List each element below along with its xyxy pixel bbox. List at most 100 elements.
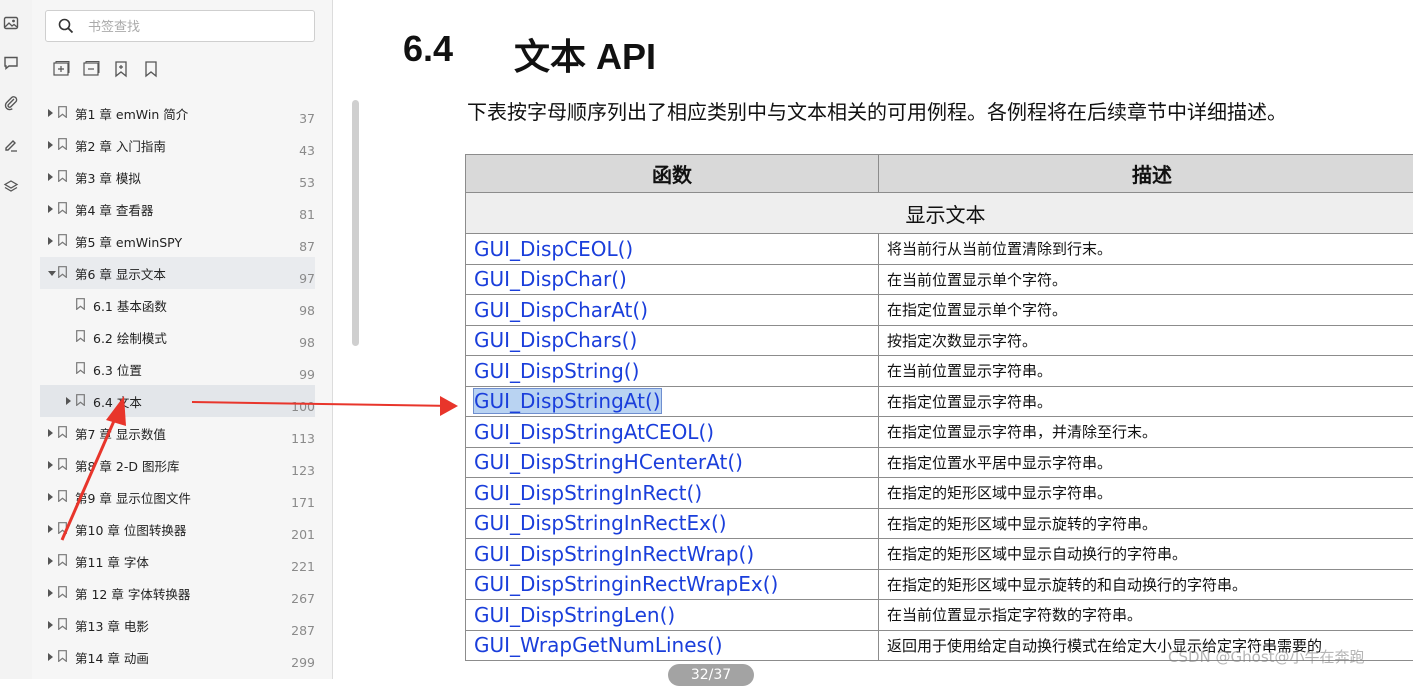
sidebar-item[interactable]: 第2 章 入门指南43 bbox=[40, 129, 315, 161]
table-row: GUI_DispCharAt()在指定位置显示单个字符。 bbox=[466, 295, 1413, 326]
function-name[interactable]: GUI_DispStringHCenterAt() bbox=[474, 450, 743, 474]
chevron-right-icon[interactable] bbox=[48, 557, 53, 565]
chevron-right-icon[interactable] bbox=[48, 173, 53, 181]
chevron-right-icon[interactable] bbox=[48, 429, 53, 437]
function-link[interactable]: GUI_DispStringLen() bbox=[466, 600, 879, 631]
chevron-right-icon[interactable] bbox=[48, 493, 53, 501]
function-name[interactable]: GUI_DispStringInRect() bbox=[474, 481, 702, 505]
sidebar-item[interactable]: 第9 章 显示位图文件171 bbox=[40, 481, 315, 513]
chevron-right-icon[interactable] bbox=[48, 141, 53, 149]
function-description: 在当前位置显示字符串。 bbox=[879, 356, 1413, 387]
layers-icon[interactable] bbox=[0, 176, 22, 198]
function-name[interactable]: GUI_DispCharAt() bbox=[474, 298, 648, 322]
sidebar-item-label: 第11 章 字体 bbox=[75, 552, 149, 571]
function-link[interactable]: GUI_WrapGetNumLines() bbox=[466, 630, 879, 661]
add-bookmark-icon[interactable] bbox=[112, 60, 130, 78]
function-link[interactable]: GUI_DispStringAt() bbox=[466, 386, 879, 417]
function-description: 在当前位置显示指定字符数的字符串。 bbox=[879, 600, 1413, 631]
function-name[interactable]: GUI_WrapGetNumLines() bbox=[474, 633, 723, 657]
function-link[interactable]: GUI_DispChars() bbox=[466, 325, 879, 356]
function-name[interactable]: GUI_DispChar() bbox=[474, 267, 627, 291]
function-description: 在当前位置显示单个字符。 bbox=[879, 264, 1413, 295]
function-link[interactable]: GUI_DispStringInRect() bbox=[466, 478, 879, 509]
sidebar-item-page: 43 bbox=[299, 143, 315, 158]
chevron-right-icon[interactable] bbox=[48, 237, 53, 245]
function-name[interactable]: GUI_DispChars() bbox=[474, 328, 637, 352]
chevron-right-icon[interactable] bbox=[48, 653, 53, 661]
table-row: GUI_DispStringinRectWrapEx()在指定的矩形区域中显示旋… bbox=[466, 569, 1413, 600]
function-description: 按指定次数显示字符。 bbox=[879, 325, 1413, 356]
sidebar-item[interactable]: 第 12 章 字体转换器267 bbox=[40, 577, 315, 609]
chevron-right-icon[interactable] bbox=[48, 205, 53, 213]
function-name[interactable]: GUI_DispStringInRectWrap() bbox=[474, 542, 754, 566]
table-row: GUI_DispStringInRect()在指定的矩形区域中显示字符串。 bbox=[466, 478, 1413, 509]
sidebar-item-label: 6.1 基本函数 bbox=[93, 296, 167, 315]
collapse-all-icon[interactable] bbox=[82, 60, 100, 78]
chevron-right-icon[interactable] bbox=[48, 525, 53, 533]
table-header-row: 函数 描述 bbox=[466, 155, 1413, 193]
bookmark-search-box[interactable] bbox=[45, 10, 315, 42]
function-link[interactable]: GUI_DispStringInRectWrap() bbox=[466, 539, 879, 570]
sidebar-item[interactable]: 第10 章 位图转换器201 bbox=[40, 513, 315, 545]
bookmark-outline-icon[interactable] bbox=[142, 60, 160, 78]
chevron-right-icon[interactable] bbox=[48, 109, 53, 117]
sidebar-item-page: 37 bbox=[299, 111, 315, 126]
table-row: GUI_DispCEOL()将当前行从当前位置清除到行末。 bbox=[466, 234, 1413, 265]
sidebar-item[interactable]: 第3 章 模拟53 bbox=[40, 161, 315, 193]
sidebar-item[interactable]: 第8 章 2-D 图形库123 bbox=[40, 449, 315, 481]
sidebar-item[interactable]: 第7 章 显示数值113 bbox=[40, 417, 315, 449]
sidebar-item[interactable]: 第1 章 emWin 简介37 bbox=[40, 97, 315, 129]
function-link[interactable]: GUI_DispStringAtCEOL() bbox=[466, 417, 879, 448]
function-link[interactable]: GUI_DispCharAt() bbox=[466, 295, 879, 326]
chevron-right-icon[interactable] bbox=[66, 397, 71, 405]
chevron-right-icon[interactable] bbox=[48, 461, 53, 469]
document-view: 6.4 文本 API 下表按字母顺序列出了相应类别中与文本相关的可用例程。各例程… bbox=[340, 0, 1413, 679]
function-link[interactable]: GUI_DispStringinRectWrapEx() bbox=[466, 569, 879, 600]
sidebar-item-label: 第13 章 电影 bbox=[75, 616, 149, 635]
table-row: GUI_DispChar() 在当前位置显示单个字符。 bbox=[466, 264, 1413, 295]
function-link[interactable]: GUI_DispChar() bbox=[466, 264, 879, 295]
function-link[interactable]: GUI_DispStringHCenterAt() bbox=[466, 447, 879, 478]
sidebar-item[interactable]: 第6 章 显示文本97 bbox=[40, 257, 315, 289]
function-link[interactable]: GUI_DispString() bbox=[466, 356, 879, 387]
attachment-icon[interactable] bbox=[0, 92, 22, 114]
chevron-down-icon[interactable] bbox=[48, 271, 56, 276]
function-link[interactable]: GUI_DispStringInRectEx() bbox=[466, 508, 879, 539]
function-name[interactable]: GUI_DispCEOL() bbox=[474, 237, 633, 261]
sidebar-item-label: 第14 章 动画 bbox=[75, 648, 149, 667]
function-name[interactable]: GUI_DispStringAtCEOL() bbox=[474, 420, 714, 444]
sidebar-item-label: 6.3 位置 bbox=[93, 360, 142, 379]
function-name[interactable]: GUI_DispStringInRectEx() bbox=[474, 511, 727, 535]
function-name[interactable]: GUI_DispStringAt() bbox=[474, 389, 661, 413]
group-label: 显示文本 bbox=[466, 193, 1413, 234]
sidebar-item-page: 299 bbox=[291, 655, 315, 670]
sidebar-item-page: 87 bbox=[299, 239, 315, 254]
sidebar-item[interactable]: 第5 章 emWinSPY87 bbox=[40, 225, 315, 257]
function-description: 在指定位置显示字符串，并清除至行末。 bbox=[879, 417, 1413, 448]
function-name[interactable]: GUI_DispString() bbox=[474, 359, 639, 383]
sidebar-item[interactable]: 第4 章 查看器81 bbox=[40, 193, 315, 225]
function-name[interactable]: GUI_DispStringinRectWrapEx() bbox=[474, 572, 778, 596]
function-link[interactable]: GUI_DispCEOL() bbox=[466, 234, 879, 265]
sidebar-item[interactable]: 第13 章 电影287 bbox=[40, 609, 315, 641]
chevron-right-icon[interactable] bbox=[48, 621, 53, 629]
sidebar-item-page: 221 bbox=[291, 559, 315, 574]
sidebar-item[interactable]: 6.4 文本100 bbox=[40, 385, 315, 417]
sidebar-item[interactable]: 6.2 绘制模式98 bbox=[40, 321, 315, 353]
sidebar-item[interactable]: 6.1 基本函数98 bbox=[40, 289, 315, 321]
sidebar-item[interactable]: 6.3 位置99 bbox=[40, 353, 315, 385]
chevron-right-icon[interactable] bbox=[48, 589, 53, 597]
function-name[interactable]: GUI_DispStringLen() bbox=[474, 603, 675, 627]
bookmark-search-input[interactable] bbox=[86, 16, 310, 38]
group-row: 显示文本 bbox=[466, 193, 1413, 234]
comment-icon[interactable] bbox=[0, 52, 22, 74]
sidebar-item[interactable]: 第11 章 字体 221 bbox=[40, 545, 315, 577]
sidebar-item-label: 第 12 章 字体转换器 bbox=[75, 584, 190, 603]
expand-all-icon[interactable] bbox=[52, 60, 70, 78]
bookmark-icon bbox=[58, 202, 67, 214]
signature-icon[interactable] bbox=[0, 134, 22, 156]
sidebar-item-label: 第3 章 模拟 bbox=[75, 168, 141, 187]
table-row: GUI_DispStringAt()在指定位置显示字符串。 bbox=[466, 386, 1413, 417]
sidebar-item[interactable]: 第14 章 动画 299 bbox=[40, 641, 315, 673]
image-icon[interactable] bbox=[0, 12, 22, 34]
